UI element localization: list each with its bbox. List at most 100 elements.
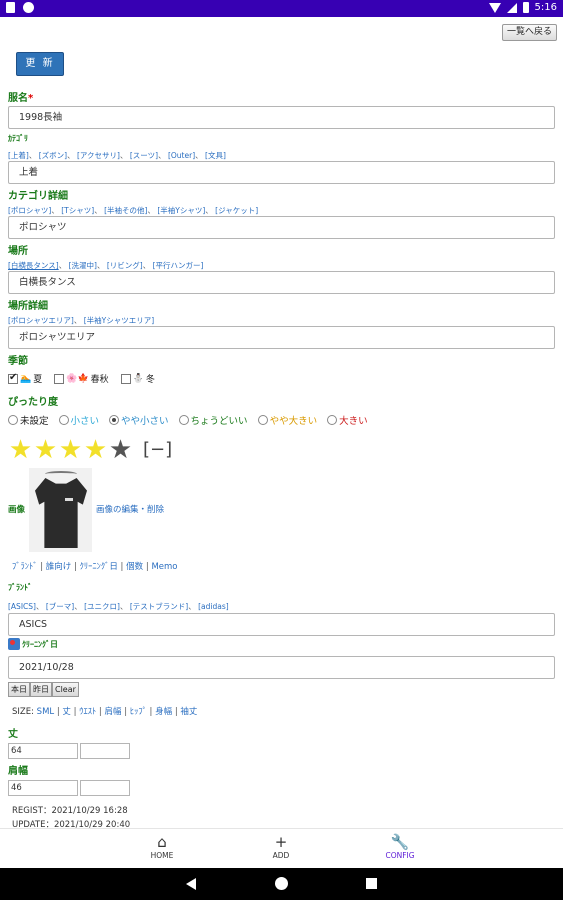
place-label: 場所 xyxy=(8,246,28,257)
tab-brand[interactable]: ﾌﾞﾗﾝﾄﾞ xyxy=(12,562,38,572)
star-icon[interactable]: ★ xyxy=(108,436,133,464)
shirt-logo xyxy=(65,498,73,501)
star-icon[interactable]: ★ xyxy=(33,436,58,464)
fit-option[interactable]: ちょうどいい xyxy=(178,413,248,427)
rating-stars: ★ ★ ★ ★ ★ [−] xyxy=(8,436,172,464)
fit-option[interactable]: 未設定 xyxy=(8,413,49,427)
fit-option[interactable]: 小さい xyxy=(58,413,99,427)
nav-home[interactable]: ⌂ HOME xyxy=(127,833,197,860)
flower-icon: 🌸🍁 xyxy=(66,373,89,384)
place-detail-option[interactable]: [ポロシャツエリア] xyxy=(8,316,74,325)
nav-add[interactable]: + ADD xyxy=(246,833,316,860)
category-options: [上着]、 [ズボン]、 [アクセサリ]、 [スーツ]、 [Outer]、 [文… xyxy=(8,151,226,160)
tab-target[interactable]: 誰向け xyxy=(46,562,72,572)
category-detail-field[interactable]: ポロシャツ xyxy=(8,216,555,239)
size-tab[interactable]: ｳｴｽﾄ xyxy=(79,707,96,717)
category-option[interactable]: [ズボン] xyxy=(39,151,67,160)
fit-radio[interactable] xyxy=(8,415,18,425)
season-options: 🏊 夏 🌸🍁 春秋 ⛄ 冬 xyxy=(8,372,155,385)
season-summer[interactable]: 🏊 夏 xyxy=(8,372,42,385)
cleaning-date-field[interactable]: 2021/10/28 xyxy=(8,656,555,679)
fit-radio[interactable] xyxy=(178,415,189,425)
tab-count[interactable]: 個数 xyxy=(126,562,143,572)
image-edit-link[interactable]: 画像の編集・削除 xyxy=(96,503,164,515)
update-button[interactable]: 更 新 xyxy=(16,52,64,76)
category-detail-option[interactable]: [ポロシャツ] xyxy=(8,206,51,215)
category-detail-option[interactable]: [Tシャツ] xyxy=(61,206,94,215)
brand-option[interactable]: [テストブランド] xyxy=(130,602,188,611)
bottom-navigation: ⌂ HOME + ADD 🔧 CONFIG xyxy=(0,828,563,868)
brand-field[interactable]: ASICS xyxy=(8,613,555,636)
season-checkbox[interactable] xyxy=(54,373,65,384)
fit-radio[interactable] xyxy=(58,415,69,425)
category-label: ｶﾃｺﾞﾘ xyxy=(8,134,28,143)
date-buttons: 本日 昨日 Clear xyxy=(8,682,79,697)
star-icon[interactable]: ★ xyxy=(58,436,83,464)
size-tab[interactable]: 肩幅 xyxy=(105,707,122,717)
size-tab[interactable]: SML xyxy=(37,707,54,717)
length-field[interactable]: 64 xyxy=(8,743,78,759)
brand-option[interactable]: [ユニクロ] xyxy=(84,602,120,611)
nav-config[interactable]: 🔧 CONFIG xyxy=(365,833,435,860)
yesterday-button[interactable]: 昨日 xyxy=(30,682,52,697)
fit-option[interactable]: 大きい xyxy=(327,413,368,427)
today-button[interactable]: 本日 xyxy=(8,682,30,697)
plus-icon: + xyxy=(274,833,288,851)
fit-option[interactable]: やや小さい xyxy=(109,413,169,427)
category-detail-option[interactable]: [半袖Yシャツ] xyxy=(157,206,205,215)
place-field[interactable]: 白横長タンス xyxy=(8,271,555,294)
fit-radio[interactable] xyxy=(109,415,120,425)
season-winter[interactable]: ⛄ 冬 xyxy=(120,372,155,385)
place-detail-label: 場所詳細 xyxy=(8,301,48,312)
back-to-list-button[interactable]: 一覧へ戻る xyxy=(501,24,557,41)
clear-button[interactable]: Clear xyxy=(52,682,79,697)
back-icon[interactable] xyxy=(186,878,196,890)
status-bar: 5:16 xyxy=(0,0,563,17)
recent-apps-icon[interactable] xyxy=(366,878,377,889)
category-detail-label: カテゴリ詳細 xyxy=(8,191,68,202)
size-tab[interactable]: ﾋｯﾌﾟ xyxy=(130,707,147,717)
shoulder-field[interactable]: 46 xyxy=(8,780,78,796)
rating-clear-button[interactable]: [−] xyxy=(143,436,172,464)
image-label: 画像 xyxy=(8,505,26,515)
clothing-photo[interactable] xyxy=(29,468,92,552)
place-option[interactable]: [洗濯中] xyxy=(69,261,97,270)
category-detail-option[interactable]: [半袖その他] xyxy=(104,206,147,215)
place-option[interactable]: [白横長タンス] xyxy=(8,261,59,270)
place-detail-field[interactable]: ポロシャツエリア xyxy=(8,326,555,349)
category-field[interactable]: 上着 xyxy=(8,161,555,184)
brand-option[interactable]: [ブーマ] xyxy=(46,602,74,611)
season-checkbox[interactable] xyxy=(120,373,131,384)
home-circle-icon[interactable] xyxy=(275,877,288,890)
fit-radio[interactable] xyxy=(257,415,268,425)
category-option[interactable]: [Outer] xyxy=(168,151,195,160)
star-icon[interactable]: ★ xyxy=(8,436,33,464)
brand-option[interactable]: [adidas] xyxy=(198,602,229,611)
detail-tabs: ﾌﾞﾗﾝﾄﾞ | 誰向け | ｸﾘｰﾆﾝｸﾞ日 | 個数 | Memo xyxy=(12,562,178,572)
size-tab[interactable]: 袖丈 xyxy=(180,707,197,717)
category-option[interactable]: [アクセサリ] xyxy=(77,151,120,160)
brand-option[interactable]: [ASICS] xyxy=(8,602,36,611)
fit-options: 未設定 小さい やや小さい ちょうどいい やや大きい 大きい xyxy=(8,413,368,427)
brand-label: ﾌﾞﾗﾝﾄﾞ xyxy=(8,583,32,592)
category-detail-option[interactable]: [ジャケット] xyxy=(215,206,258,215)
tab-memo[interactable]: Memo xyxy=(151,562,177,572)
page: 5:16 一覧へ戻る 更 新 服名* 1998長袖 ｶﾃｺﾞﾘ [上着]、 [ズ… xyxy=(0,0,563,900)
star-icon[interactable]: ★ xyxy=(83,436,108,464)
shoulder-field-secondary[interactable] xyxy=(80,780,130,796)
size-tab[interactable]: 身幅 xyxy=(155,707,172,717)
size-tab[interactable]: 丈 xyxy=(62,707,71,717)
category-option[interactable]: [文具] xyxy=(205,151,226,160)
name-field[interactable]: 1998長袖 xyxy=(8,106,555,129)
place-option[interactable]: [リビング] xyxy=(107,261,143,270)
fit-option[interactable]: やや大きい xyxy=(257,413,317,427)
length-field-secondary[interactable] xyxy=(80,743,130,759)
place-detail-option[interactable]: [半袖Yシャツエリア] xyxy=(84,316,154,325)
season-spring-autumn[interactable]: 🌸🍁 春秋 xyxy=(54,372,109,385)
category-option[interactable]: [スーツ] xyxy=(130,151,158,160)
tab-cleaning[interactable]: ｸﾘｰﾆﾝｸﾞ日 xyxy=(80,562,118,572)
place-option[interactable]: [平行ハンガー] xyxy=(153,261,204,270)
fit-radio[interactable] xyxy=(327,415,338,425)
category-option[interactable]: [上着] xyxy=(8,151,29,160)
season-checkbox[interactable] xyxy=(8,372,18,384)
